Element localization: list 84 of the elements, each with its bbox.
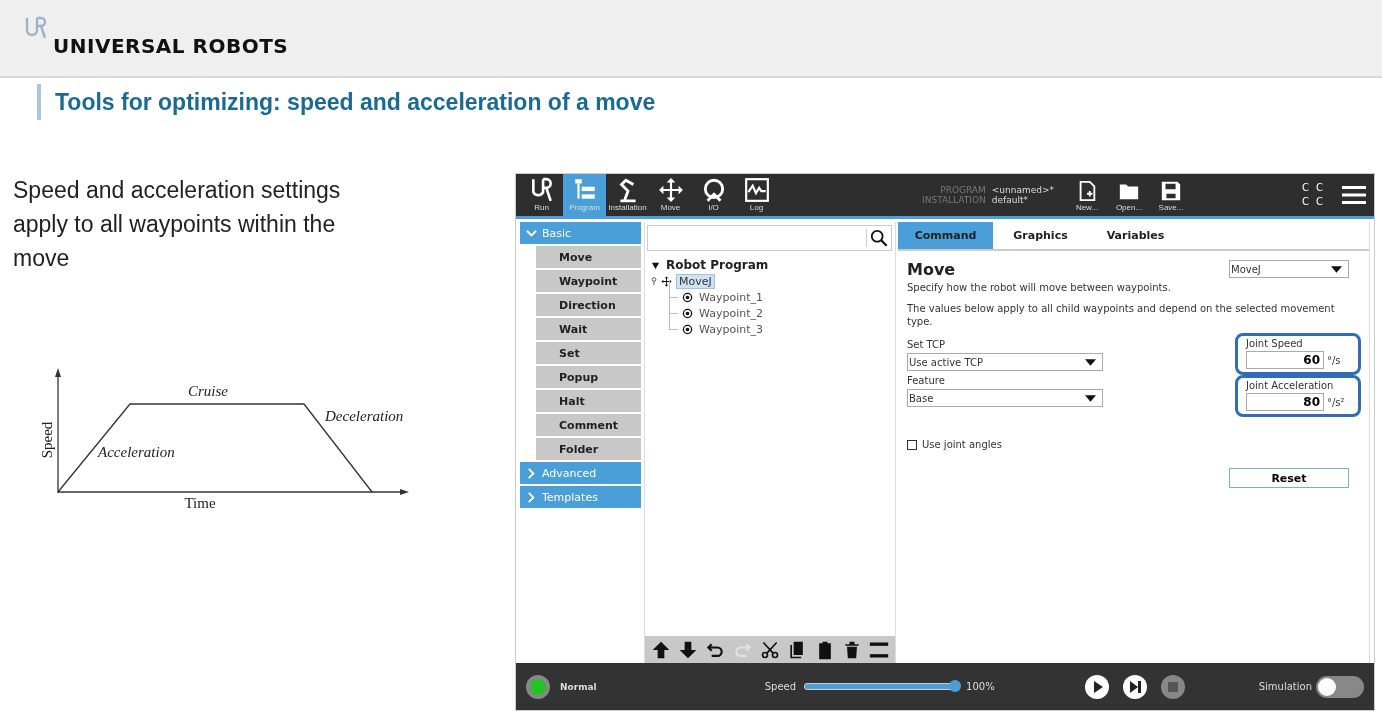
speed-value: 100% (966, 681, 995, 692)
feature-dropdown[interactable]: Base (907, 389, 1103, 407)
axis-label: Speed (39, 421, 55, 459)
dropdown-arrow-icon[interactable] (1085, 394, 1096, 402)
menu-icon[interactable] (1342, 185, 1366, 205)
installation-name: default* (991, 195, 1029, 205)
open-file-button[interactable]: Open... (1108, 174, 1150, 216)
cut-icon[interactable] (759, 639, 780, 660)
sidebar-item[interactable]: Halt (536, 390, 641, 412)
note-text: The values below apply to all child waypoints and depend on the selected movement type. (907, 302, 1336, 328)
sidebar-item[interactable]: Direction (536, 294, 641, 316)
unit-label: °/s² (1327, 396, 1345, 408)
reset-button[interactable]: Reset (1229, 468, 1349, 488)
move-tab-icon[interactable] (657, 177, 684, 203)
body-text: Speed and acceleration settings apply to all waypoints within the move (13, 176, 342, 273)
chevron-icon[interactable] (526, 491, 537, 503)
unit-label: °/s (1327, 354, 1341, 366)
sidebar-item[interactable]: Popup (536, 366, 641, 388)
nav-tab[interactable]: Move (649, 174, 692, 216)
sidebar-item[interactable]: Waypoint (536, 270, 641, 292)
mode-label: Normal (560, 681, 597, 692)
input-field[interactable]: 80 (1246, 393, 1324, 411)
axis-label: Time (184, 495, 216, 511)
nav-tab[interactable]: Installation (606, 174, 649, 216)
sidebar-item[interactable]: Move (536, 246, 641, 268)
new-file-button[interactable]: New... (1066, 174, 1108, 216)
search-field[interactable] (647, 225, 892, 251)
dropdown-arrow-icon[interactable] (1331, 265, 1342, 273)
waypoint-icon (682, 291, 693, 303)
expand-arrow-icon[interactable] (651, 260, 660, 270)
phase-label: Acceleration (98, 444, 175, 460)
status-letter: C (1316, 195, 1324, 209)
field-label: Set TCP (907, 338, 947, 352)
save-file-button[interactable]: Save... (1150, 174, 1192, 216)
log-tab-icon[interactable] (743, 177, 770, 203)
simulation-label: Simulation (1258, 681, 1312, 692)
field-label: Joint Acceleration (1246, 379, 1335, 393)
move-type-dropdown[interactable]: MoveJ (1229, 260, 1349, 278)
logo-icon (24, 16, 48, 40)
status-letter: C (1302, 181, 1310, 195)
status-letter: C (1316, 181, 1324, 195)
sidebar-item[interactable]: Set (536, 342, 641, 364)
sidebar-item[interactable]: Wait (536, 318, 641, 340)
move-arrows-icon (661, 275, 672, 287)
checkbox[interactable] (907, 439, 917, 450)
slide-title: Tools for optimizing: speed and acceleration of a move (55, 88, 656, 117)
tree-node[interactable]: MoveJ (676, 273, 715, 289)
status-indicator (526, 674, 550, 699)
nav-tab[interactable]: Run (520, 174, 563, 216)
chevron-icon[interactable] (526, 227, 537, 239)
brand-name: UNIVERSAL ROBOTS (53, 34, 289, 58)
field-label: Joint Speed (1246, 337, 1304, 351)
field-label: Feature (907, 374, 946, 388)
checkbox-label: Use joint angles (922, 439, 1002, 450)
tcp-dropdown[interactable]: Use active TCP (907, 353, 1103, 371)
pin-icon (651, 276, 657, 286)
phase-label: Deceleration (325, 408, 404, 424)
play-button[interactable] (1084, 674, 1109, 699)
chevron-icon[interactable] (526, 467, 537, 479)
sidebar-item[interactable]: Folder (536, 438, 641, 460)
description-text: Specify how the robot will move between waypoints. (907, 281, 1172, 294)
tree-node[interactable]: Waypoint_2 (697, 306, 765, 320)
waypoint-icon (682, 323, 693, 335)
program-label: PROGRAM (939, 185, 986, 195)
nav-tab[interactable]: Log (735, 174, 778, 216)
tree-node[interactable]: Waypoint_3 (697, 322, 765, 336)
dropdown-arrow-icon[interactable] (1085, 358, 1096, 366)
status-letter: C (1302, 195, 1310, 209)
down-icon[interactable] (678, 639, 698, 660)
simulation-toggle[interactable] (1316, 675, 1364, 698)
speed-label: Speed (764, 681, 797, 692)
command-title: Move (907, 259, 956, 279)
tree-root[interactable]: Robot Program (666, 258, 769, 272)
up-icon[interactable] (650, 639, 671, 660)
tab[interactable]: Command (898, 222, 993, 249)
step-button[interactable] (1122, 674, 1147, 699)
program-name: <unnamed>* (991, 185, 1054, 195)
tree-node[interactable]: Waypoint_1 (697, 290, 765, 304)
installation-label: INSTALLATION (922, 195, 986, 205)
input-field[interactable]: 60 (1246, 351, 1324, 369)
phase-label: Cruise (188, 383, 228, 399)
waypoint-icon (682, 307, 693, 319)
nav-tab[interactable]: I/O (692, 174, 735, 216)
sidebar-item[interactable]: Comment (536, 414, 641, 436)
